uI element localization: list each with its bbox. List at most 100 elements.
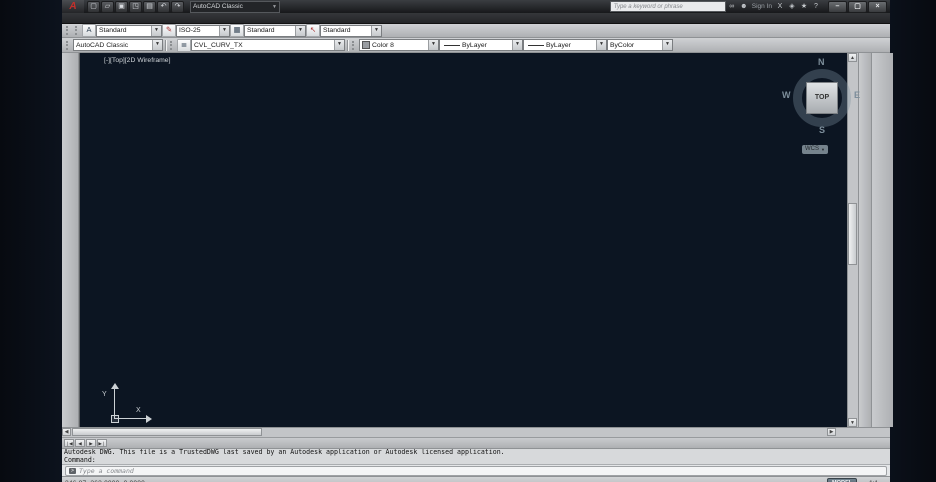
toolbar-grip[interactable] xyxy=(170,41,175,50)
plot-icon[interactable]: ▤ xyxy=(143,1,156,13)
workspaces-value: AutoCAD Classic xyxy=(76,42,128,49)
viewcube-ucs-menu[interactable]: WCS ▼ xyxy=(802,145,828,154)
color-control-select[interactable]: Color 8▼ xyxy=(359,39,439,51)
status-bar: 346.87, 263.0000, 0.0000 MODEL △ 1:1 ▼ xyxy=(62,476,890,482)
communication-center-icon[interactable]: ◈ xyxy=(786,2,798,12)
help-icon[interactable]: ? xyxy=(810,2,822,12)
scroll-left-icon[interactable]: ◀ xyxy=(62,428,71,436)
search-placeholder: Type a keyword or phrase xyxy=(614,4,683,10)
next-tab-icon[interactable]: ▶ xyxy=(86,439,96,447)
command-line[interactable]: > Type a command xyxy=(62,464,890,476)
draw-toolbar xyxy=(62,53,79,427)
multileader-style-icon[interactable]: ↖ xyxy=(306,24,320,37)
search-icon[interactable]: ∞ xyxy=(726,2,738,12)
dim-style-select[interactable]: ISO-25▼ xyxy=(176,25,230,37)
previous-tab-icon[interactable]: ◀ xyxy=(75,439,85,447)
redo-icon[interactable]: ↷ xyxy=(171,1,184,13)
command-prompt-icon: > xyxy=(69,468,76,474)
viewcube[interactable]: N W E S TOP WCS ▼ xyxy=(780,57,864,161)
workspaces-select[interactable]: AutoCAD Classic▼ xyxy=(73,39,163,51)
lineweight-sample xyxy=(528,45,544,46)
text-style-value: Standard xyxy=(99,27,127,34)
last-tab-icon[interactable]: ▶❘ xyxy=(97,439,107,447)
linetype-control-select[interactable]: ByLayer▼ xyxy=(439,39,523,51)
drawing-region: [-][Top][2D Wireframe] N W E S TOP WCS ▼ xyxy=(62,53,890,427)
text-style-select[interactable]: Standard▼ xyxy=(96,25,162,37)
exchange-icon[interactable]: X xyxy=(774,2,786,12)
title-bar: A ▢▱▣◳▤↶↷ AutoCAD Classic ▼ Type a keywo… xyxy=(62,0,890,13)
save-as-icon[interactable]: ◳ xyxy=(129,1,142,13)
sign-in-link[interactable]: Sign In xyxy=(752,3,772,10)
viewcube-west-label[interactable]: W xyxy=(782,90,791,100)
favorites-icon[interactable]: ★ xyxy=(798,2,810,12)
model-space-button[interactable]: MODEL xyxy=(827,478,857,482)
command-placeholder: Type a command xyxy=(79,467,134,475)
layer-name-value: CVL_CURV_TX xyxy=(194,42,243,49)
modify-toolbar xyxy=(871,53,893,427)
layer-properties-manager-icon[interactable]: ≣ xyxy=(177,39,191,52)
table-style-select[interactable]: Standard▼ xyxy=(244,25,306,37)
menu-bar xyxy=(62,13,890,24)
viewport-controls-label[interactable]: [-][Top][2D Wireframe] xyxy=(104,57,170,64)
dim-style-value: ISO-25 xyxy=(179,27,201,34)
toolbar-grip[interactable] xyxy=(66,26,71,35)
toolbar-grip[interactable] xyxy=(75,26,80,35)
undo-icon[interactable]: ↶ xyxy=(157,1,170,13)
command-history-line: Command: xyxy=(64,457,888,465)
scroll-down-icon[interactable]: ▼ xyxy=(848,418,857,427)
save-icon[interactable]: ▣ xyxy=(115,1,128,13)
ucs-icon: Y X xyxy=(100,383,152,425)
window-buttons: –▢× xyxy=(828,1,887,13)
first-tab-icon[interactable]: ❘◀ xyxy=(64,439,74,447)
color-control-value: Color 8 xyxy=(372,42,394,49)
chevron-down-icon: ▼ xyxy=(272,4,277,10)
workspace-dropdown-value: AutoCAD Classic xyxy=(193,3,243,10)
text-style-icon[interactable]: A xyxy=(82,24,96,37)
chevron-down-icon: ▼ xyxy=(821,145,825,154)
open-file-icon[interactable]: ▱ xyxy=(101,1,114,13)
viewcube-top-face[interactable]: TOP xyxy=(806,82,838,114)
command-input[interactable]: > Type a command xyxy=(65,466,887,476)
drawing-canvas[interactable] xyxy=(80,53,846,427)
close-button[interactable]: × xyxy=(868,1,887,13)
model-space-viewport[interactable]: [-][Top][2D Wireframe] N W E S TOP WCS ▼ xyxy=(79,53,847,427)
new-file-icon[interactable]: ▢ xyxy=(87,1,100,13)
lineweight-control-select[interactable]: ByLayer▼ xyxy=(523,39,607,51)
ucs-y-label: Y xyxy=(102,391,107,398)
infocenter-search-input[interactable]: Type a keyword or phrase xyxy=(610,1,726,12)
dim-style-icon[interactable]: ✎ xyxy=(162,24,176,37)
infocenter-icons: X◈★? xyxy=(774,2,822,12)
viewcube-east-label[interactable]: E xyxy=(854,90,860,100)
user-icon[interactable]: ☻ xyxy=(738,2,750,12)
toolbar-grip[interactable] xyxy=(352,41,357,50)
horizontal-scroll-thumb[interactable] xyxy=(72,428,262,436)
application-menu-button[interactable]: A xyxy=(62,0,84,13)
table-style-value: Standard xyxy=(247,27,275,34)
standard-toolbar: A Standard▼ ✎ ISO-25▼ ▦ Standard▼ ↖ Stan… xyxy=(62,24,890,38)
tab-navigation: ❘◀ ◀ ▶ ▶❘ xyxy=(62,439,109,448)
scroll-right-icon[interactable]: ▶ xyxy=(827,428,836,436)
linetype-control-value: ByLayer xyxy=(462,42,487,49)
plot-style-control-select[interactable]: ByColor▼ xyxy=(607,39,673,51)
minimize-button[interactable]: – xyxy=(828,1,847,13)
viewcube-north-label[interactable]: N xyxy=(818,57,825,67)
restore-down-button[interactable]: ▢ xyxy=(848,1,867,13)
ucs-x-label: X xyxy=(136,407,141,414)
multileader-style-select[interactable]: Standard▼ xyxy=(320,25,382,37)
ucs-menu-label: WCS xyxy=(805,145,819,154)
layout-tab-bar: ❘◀ ◀ ▶ ▶❘ xyxy=(62,437,890,448)
workspace-dropdown[interactable]: AutoCAD Classic ▼ xyxy=(190,1,280,13)
toolbar-grip[interactable] xyxy=(66,41,71,50)
layers-properties-toolbar: AutoCAD Classic▼ ≣ CVL_CURV_TX▼ Color 8▼… xyxy=(62,38,890,53)
layer-select[interactable]: CVL_CURV_TX▼ xyxy=(191,39,345,51)
autocad-window: A ▢▱▣◳▤↶↷ AutoCAD Classic ▼ Type a keywo… xyxy=(62,0,890,482)
command-history[interactable]: Autodesk DWG. This file is a TrustedDWG … xyxy=(62,448,890,464)
command-history-line: Autodesk DWG. This file is a TrustedDWG … xyxy=(64,449,888,457)
screenshot-stage: A ▢▱▣◳▤↶↷ AutoCAD Classic ▼ Type a keywo… xyxy=(0,0,936,482)
table-style-icon[interactable]: ▦ xyxy=(230,24,244,37)
vertical-scroll-thumb[interactable] xyxy=(848,203,857,265)
lineweight-control-value: ByLayer xyxy=(546,42,571,49)
plot-style-control-value: ByColor xyxy=(610,42,634,49)
multileader-style-value: Standard xyxy=(323,27,351,34)
horizontal-scrollbar[interactable]: ◀ ▶ xyxy=(62,427,890,437)
